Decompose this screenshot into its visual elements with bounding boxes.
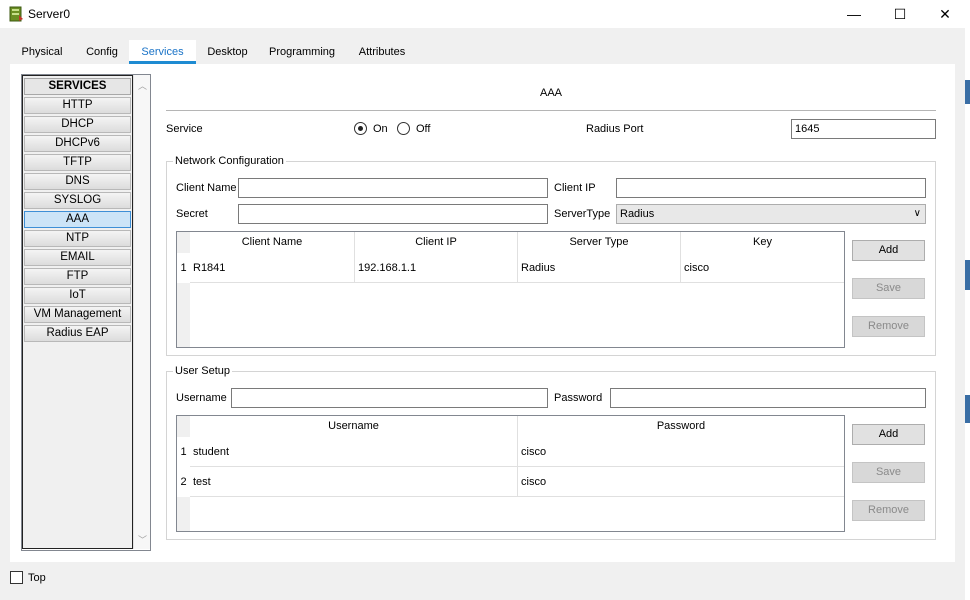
client-remove-button[interactable]: Remove — [852, 316, 925, 337]
row-number: 2 — [177, 467, 190, 497]
services-scrollbar[interactable]: ︿ ﹀ — [133, 75, 150, 549]
service-label: Service — [166, 123, 203, 135]
top-checkbox[interactable] — [10, 571, 23, 584]
service-item-iot[interactable]: IoT — [24, 287, 131, 304]
server-type-value: Radius — [620, 208, 655, 220]
minimize-icon: — — [847, 6, 861, 22]
service-item-aaa[interactable]: AAA — [24, 211, 131, 228]
password-input[interactable] — [610, 388, 926, 408]
service-item-radius-eap[interactable]: Radius EAP — [24, 325, 131, 342]
service-item-tftp[interactable]: TFTP — [24, 154, 131, 171]
cell-client-ip: 192.168.1.1 — [355, 253, 518, 283]
services-header: SERVICES — [24, 78, 131, 95]
service-item-dhcp[interactable]: DHCP — [24, 116, 131, 133]
secret-label: Secret — [176, 208, 208, 220]
close-icon: ✕ — [939, 5, 951, 22]
service-item-dns[interactable]: DNS — [24, 173, 131, 190]
cell-password: cisco — [521, 476, 547, 488]
service-item-dhcpv6[interactable]: DHCPv6 — [24, 135, 131, 152]
cell-username: student — [190, 437, 518, 467]
service-on-label: On — [373, 123, 388, 135]
table-row-gutter — [177, 232, 190, 347]
radius-port-label: Radius Port — [586, 123, 644, 135]
tab-physical[interactable]: Physical — [12, 40, 72, 64]
table-row[interactable]: 1 R1841 192.168.1.1 Radius cisco — [177, 253, 844, 283]
service-item-syslog[interactable]: SYSLOG — [24, 192, 131, 209]
radius-port-input[interactable]: 1645 — [791, 119, 936, 139]
window-title: Server0 — [28, 7, 71, 21]
page-title: AAA — [539, 87, 562, 99]
user-remove-button[interactable]: Remove — [852, 500, 925, 521]
server-app-icon — [8, 6, 24, 22]
scroll-down-icon[interactable]: ﹀ — [134, 533, 151, 546]
tab-attributes[interactable]: Attributes — [348, 40, 416, 64]
tab-config[interactable]: Config — [78, 40, 126, 64]
service-off-radio[interactable] — [397, 122, 410, 135]
tab-bar: Physical Config Services Desktop Program… — [10, 40, 960, 64]
row-number: 1 — [177, 253, 190, 283]
client-save-button[interactable]: Save — [852, 278, 925, 299]
service-item-http[interactable]: HTTP — [24, 97, 131, 114]
cell-username: test — [190, 467, 518, 497]
minimize-button[interactable]: — — [831, 0, 877, 28]
user-table: Username Password 1 student cisco 2 test… — [176, 415, 845, 532]
service-item-email[interactable]: EMAIL — [24, 249, 131, 266]
service-off-label: Off — [416, 123, 431, 135]
username-label: Username — [176, 392, 227, 404]
service-item-ftp[interactable]: FTP — [24, 268, 131, 285]
background-window-edge — [965, 0, 970, 600]
service-item-ntp[interactable]: NTP — [24, 230, 131, 247]
server-type-select[interactable]: Radius ∨ — [616, 204, 926, 224]
client-ip-input[interactable] — [616, 178, 926, 198]
username-input[interactable] — [231, 388, 548, 408]
maximize-icon: ☐ — [893, 5, 907, 22]
cell-server-type: Radius — [518, 253, 681, 283]
service-item-vm-management[interactable]: VM Management — [24, 306, 131, 323]
table-row[interactable]: 2 test cisco — [177, 467, 844, 497]
chevron-down-icon: ∨ — [913, 208, 921, 219]
password-label: Password — [554, 392, 603, 404]
service-on-radio[interactable] — [354, 122, 367, 135]
row-number: 1 — [177, 437, 190, 467]
cell-password: cisco — [521, 446, 547, 458]
scroll-up-icon[interactable]: ︿ — [134, 79, 151, 92]
tab-services[interactable]: Services — [129, 40, 196, 64]
network-configuration-legend: Network Configuration — [173, 155, 286, 167]
client-table: Client Name Client IP Server Type Key 1 … — [176, 231, 845, 348]
close-button[interactable]: ✕ — [922, 0, 968, 28]
secret-input[interactable] — [238, 204, 548, 224]
tab-programming[interactable]: Programming — [262, 40, 342, 64]
table-row[interactable]: 1 student cisco — [177, 437, 844, 467]
server-type-label: ServerType — [554, 208, 611, 220]
title-divider — [166, 110, 936, 111]
tab-desktop[interactable]: Desktop — [200, 40, 255, 64]
user-setup-legend: User Setup — [173, 365, 233, 377]
title-bar: Server0 — ☐ ✕ — [0, 0, 970, 28]
cell-key: cisco — [684, 262, 710, 274]
top-label: Top — [28, 572, 46, 584]
client-name-label: Client Name — [176, 182, 237, 194]
user-add-button[interactable]: Add — [852, 424, 925, 445]
client-add-button[interactable]: Add — [852, 240, 925, 261]
client-name-input[interactable] — [238, 178, 548, 198]
client-ip-label: Client IP — [554, 182, 596, 194]
cell-client-name: R1841 — [190, 253, 355, 283]
maximize-button[interactable]: ☐ — [877, 0, 923, 28]
user-save-button[interactable]: Save — [852, 462, 925, 483]
